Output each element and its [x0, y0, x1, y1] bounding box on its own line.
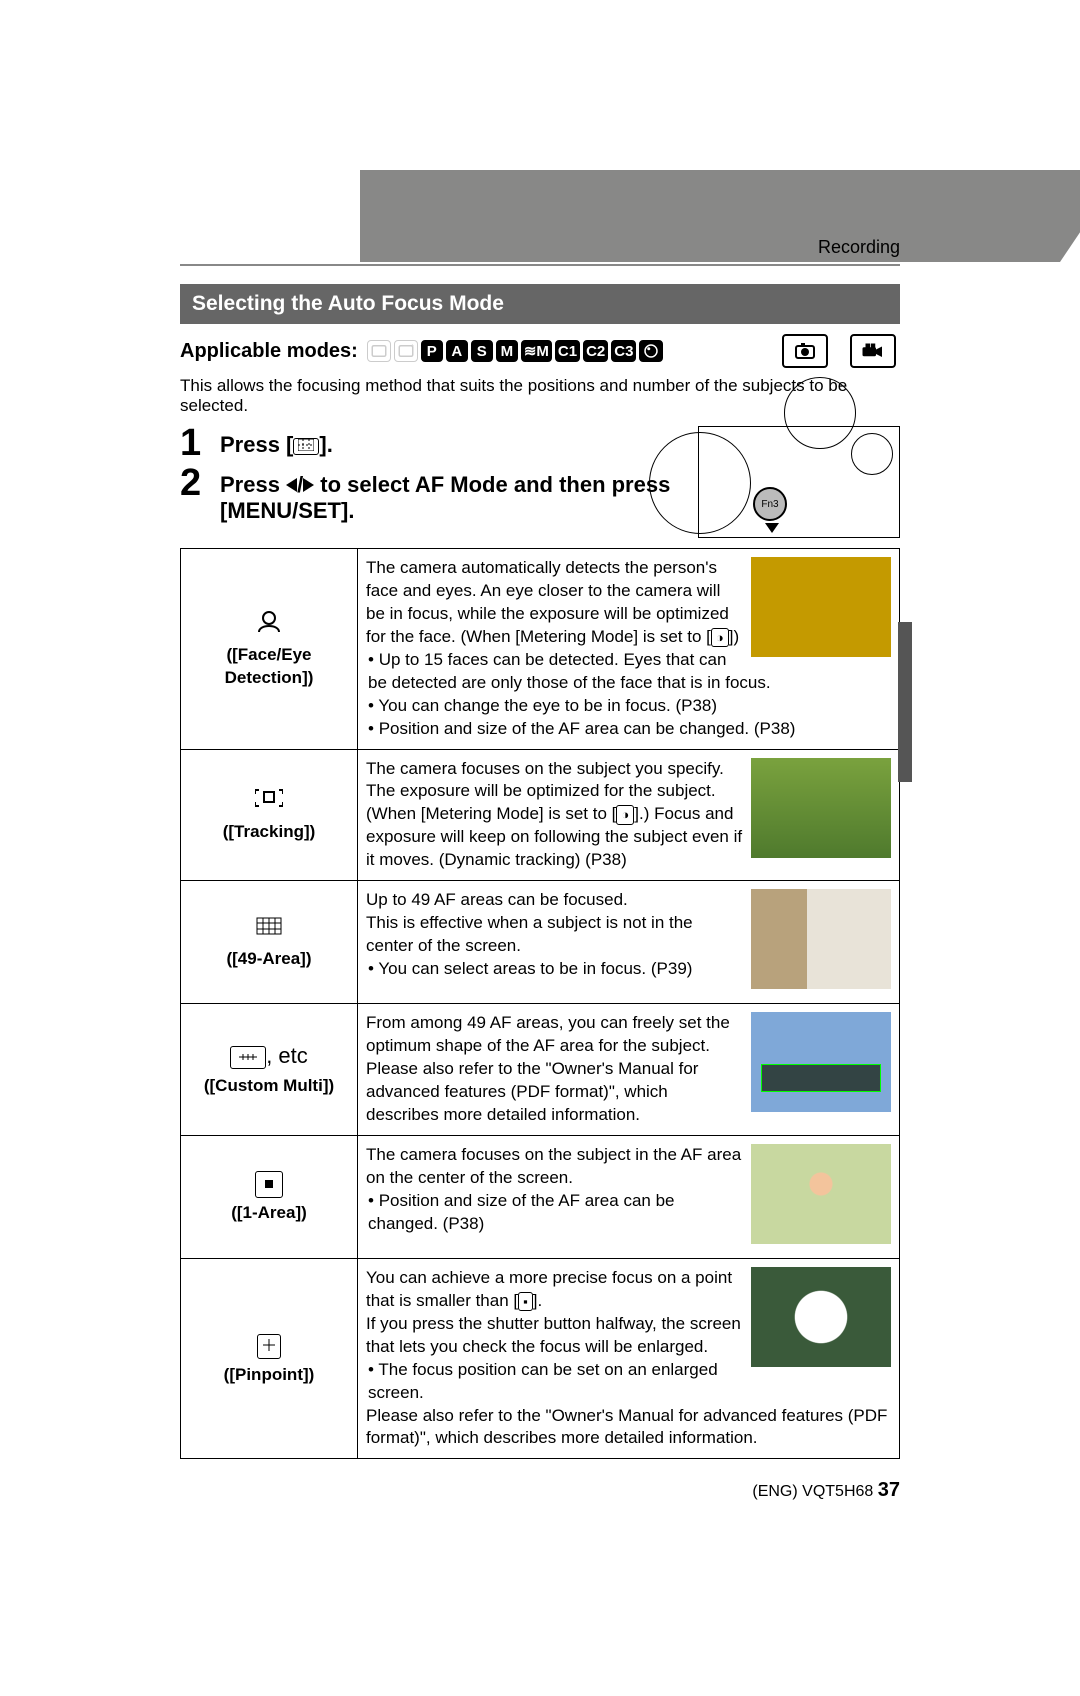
- af-area-button-icon: [293, 438, 319, 455]
- mode-bullets: Up to 15 faces can be detected. Eyes tha…: [368, 649, 891, 741]
- pinpoint-icon: [189, 1330, 349, 1360]
- table-row: ([Tracking]) The camera focuses on the s…: [181, 749, 900, 881]
- applicable-modes-label: Applicable modes:: [180, 340, 358, 363]
- mode-c3-icon: C3: [611, 340, 636, 362]
- multi-metering-icon: ◑: [711, 628, 729, 648]
- table-row: , etc ([Custom Multi]) From among 49 AF …: [181, 1004, 900, 1136]
- mode-c2-icon: C2: [583, 340, 608, 362]
- multi-metering-icon: ◑: [616, 805, 634, 825]
- sample-image: [751, 758, 891, 858]
- sample-image: [751, 557, 891, 657]
- mode-name: ([Face/Eye Detection]): [225, 645, 314, 687]
- mode-s-icon: S: [471, 340, 493, 362]
- table-row: ([1-Area]) The camera focuses on the sub…: [181, 1135, 900, 1258]
- mode-name: ([Custom Multi]): [204, 1076, 334, 1095]
- mode-name: ([Pinpoint]): [224, 1365, 315, 1384]
- mode-name: ([Tracking]): [223, 822, 316, 841]
- mode-ia-icon: [367, 340, 391, 362]
- mode-moviem-icon: ≋M: [521, 340, 552, 362]
- section-tab: [898, 622, 912, 782]
- mode-body: From among 49 AF areas, you can freely s…: [366, 1013, 730, 1124]
- indicator-arrow-icon: [765, 523, 779, 533]
- right-arrow-icon: [303, 478, 314, 492]
- chapter-label: Recording: [818, 237, 900, 258]
- area49-icon: [189, 914, 349, 944]
- mode-scn-icon: [639, 340, 663, 362]
- mode-name: ([49-Area]): [226, 949, 311, 968]
- header-banner: [360, 170, 1060, 262]
- mode-body: The camera focuses on the subject in the…: [366, 1145, 741, 1187]
- step-2-number: 2: [180, 464, 220, 502]
- mode-iaplus-icon: +: [394, 340, 418, 362]
- movie-mode-icon: [850, 334, 896, 368]
- area1-inline-icon: ▪: [518, 1292, 533, 1312]
- face-eye-icon: [189, 608, 349, 640]
- area1-icon: [189, 1168, 349, 1198]
- mode-m-icon: M: [496, 340, 518, 362]
- section-title: Selecting the Auto Focus Mode: [180, 284, 900, 324]
- mode-tail: Please also refer to the "Owner's Manual…: [366, 1405, 891, 1451]
- page-footer: (ENG) VQT5H68 37: [180, 1479, 900, 1502]
- sample-image: [751, 1144, 891, 1244]
- svg-text:+: +: [410, 344, 414, 350]
- custom-multi-icon: , etc: [189, 1041, 349, 1071]
- sample-image: [751, 889, 891, 989]
- camera-illustration: Fn3: [698, 426, 900, 538]
- table-row: ([49-Area]) Up to 49 AF areas can be foc…: [181, 881, 900, 1004]
- sample-image: [751, 1267, 891, 1367]
- table-row: ([Pinpoint]) You can achieve a more prec…: [181, 1258, 900, 1459]
- mode-name: ([1-Area]): [231, 1203, 307, 1222]
- tracking-icon: [189, 786, 349, 818]
- sample-image: [751, 1012, 891, 1112]
- step-1-number: 1: [180, 424, 220, 462]
- table-row: ([Face/Eye Detection]) The camera automa…: [181, 549, 900, 750]
- left-arrow-icon: [286, 478, 297, 492]
- mode-body: The camera automatically detects the per…: [366, 558, 739, 646]
- mode-body: You can achieve a more precise focus on …: [366, 1268, 741, 1356]
- mode-body: The camera focuses on the subject you sp…: [366, 759, 742, 870]
- step-1-text: Press [ ].: [220, 424, 333, 458]
- mode-a-icon: A: [446, 340, 468, 362]
- mode-c1-icon: C1: [555, 340, 580, 362]
- step-2-text: Press / to select AF Mode and then press…: [220, 464, 670, 524]
- fn3-button-icon: Fn3: [753, 487, 787, 521]
- mode-p-icon: P: [421, 340, 443, 362]
- mode-body: Up to 49 AF areas can be focused. This i…: [366, 890, 693, 955]
- photo-mode-icon: [782, 334, 828, 368]
